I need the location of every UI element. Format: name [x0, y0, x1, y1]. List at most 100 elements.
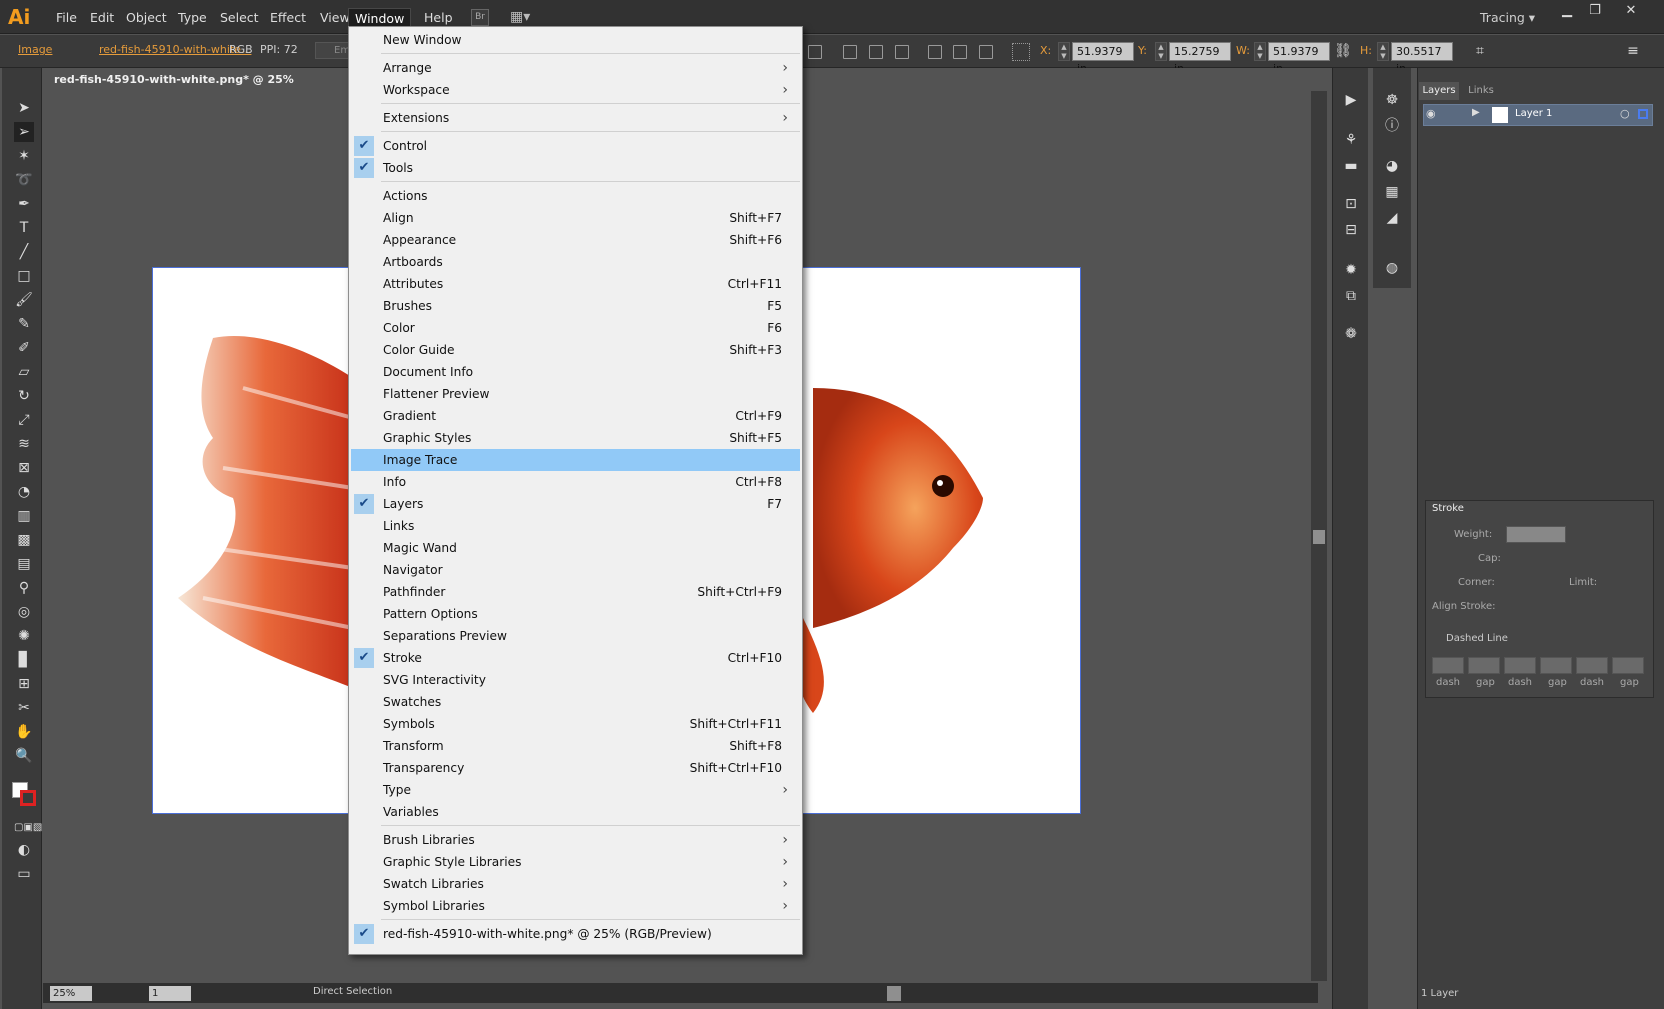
gap-input-3[interactable] — [1612, 657, 1644, 674]
menu-item-align[interactable]: Align Shift+F7 — [351, 207, 800, 229]
fill-stroke-swatch-icon[interactable] — [12, 782, 36, 806]
scale-tool-icon[interactable]: ⤢ — [14, 410, 34, 430]
menu-item-magic-wand[interactable]: Magic Wand — [351, 537, 800, 559]
bridge-button[interactable]: Br — [471, 9, 489, 26]
document-tab[interactable]: red-fish-45910-with-white.png* @ 25% (RG… — [44, 69, 349, 107]
menu-item-control[interactable]: ✔ Control — [351, 135, 800, 157]
menu-item-actions[interactable]: Actions — [351, 185, 800, 207]
line-tool-icon[interactable]: ╱ — [14, 242, 34, 262]
blend-tool-icon[interactable]: ◎ — [14, 602, 34, 622]
blob-brush-tool-icon[interactable]: ✐ — [14, 338, 34, 358]
menu-item-color[interactable]: Color F6 — [351, 317, 800, 339]
color-guide-panel-icon[interactable]: ◢ — [1382, 208, 1402, 228]
hand-tool-icon[interactable]: ✋ — [14, 722, 34, 742]
align-bottom-icon[interactable] — [979, 45, 993, 59]
symbol-sprayer-tool-icon[interactable]: ✺ — [14, 626, 34, 646]
align-middle-icon[interactable] — [953, 45, 967, 59]
current-tool-status[interactable]: Direct Selection — [313, 986, 392, 997]
align-top-icon[interactable] — [928, 45, 942, 59]
menu-help[interactable]: Help — [418, 8, 459, 27]
menu-select[interactable]: Select — [214, 8, 265, 27]
image-trace-panel-icon[interactable]: ◍ — [1382, 258, 1402, 278]
gap-input-1[interactable] — [1468, 657, 1500, 674]
y-input[interactable]: 15.2759 in — [1169, 42, 1231, 75]
eraser-tool-icon[interactable]: ▱ — [14, 362, 34, 382]
perspective-grid-tool-icon[interactable]: ▥ — [14, 506, 34, 526]
brush-panel-icon[interactable]: ⚘ — [1341, 130, 1361, 150]
zoom-tool-icon[interactable]: 🔍 — [14, 746, 34, 766]
selection-tool-icon[interactable]: ➤ — [14, 98, 34, 118]
maximize-icon[interactable]: ❐ — [1581, 2, 1609, 20]
menu-item-separations-preview[interactable]: Separations Preview — [351, 625, 800, 647]
w-input[interactable]: 51.9379 in — [1268, 42, 1330, 75]
eyedropper-tool-icon[interactable]: ⚲ — [14, 578, 34, 598]
free-transform-tool-icon[interactable]: ⊠ — [14, 458, 34, 478]
dash-input-1[interactable] — [1432, 657, 1464, 674]
paintbrush-tool-icon[interactable]: 🖌 — [14, 290, 34, 310]
menu-effect[interactable]: Effect — [264, 8, 312, 27]
y-stepper[interactable]: ▲ ▼ — [1155, 42, 1167, 61]
menu-item-stroke[interactable]: ✔ Stroke Ctrl+F10 — [351, 647, 800, 669]
direct-selection-tool-icon[interactable]: ➢ — [14, 122, 34, 142]
play-icon[interactable]: ▶ — [1341, 90, 1361, 110]
x-stepper[interactable]: ▲ ▼ — [1058, 42, 1070, 61]
close-icon[interactable]: ✕ — [1617, 2, 1645, 20]
menu-item-color-guide[interactable]: Color Guide Shift+F3 — [351, 339, 800, 361]
menu-item-attributes[interactable]: Attributes Ctrl+F11 — [351, 273, 800, 295]
visibility-eye-icon[interactable]: ◉ — [1426, 107, 1436, 120]
menu-item-swatch-libraries[interactable]: Swatch Libraries › — [351, 873, 800, 895]
h-input[interactable]: 30.5517 in — [1391, 42, 1453, 75]
menu-item-image-trace[interactable]: Image Trace — [351, 449, 800, 471]
lasso-tool-icon[interactable]: ➰ — [14, 170, 34, 190]
menu-item-variables[interactable]: Variables — [351, 801, 800, 823]
menu-item-type[interactable]: Type › — [351, 779, 800, 801]
align-panel-icon[interactable]: ⊟ — [1341, 220, 1361, 240]
selection-square-icon[interactable] — [1638, 109, 1648, 119]
menu-edit[interactable]: Edit — [84, 8, 120, 27]
menu-item-transparency[interactable]: Transparency Shift+Ctrl+F10 — [351, 757, 800, 779]
menu-item-brushes[interactable]: Brushes F5 — [351, 295, 800, 317]
h-stepper[interactable]: ▲ ▼ — [1377, 42, 1389, 61]
menu-type[interactable]: Type — [172, 8, 213, 27]
menu-item-graphic-styles[interactable]: Graphic Styles Shift+F5 — [351, 427, 800, 449]
symbols-panel-icon[interactable]: ❁ — [1341, 324, 1361, 344]
horizontal-scroll-thumb[interactable] — [887, 986, 901, 1001]
width-tool-icon[interactable]: ≋ — [14, 434, 34, 454]
info-panel-icon[interactable]: ⓘ — [1382, 116, 1402, 136]
artboards-panel-icon[interactable]: ⊡ — [1341, 194, 1361, 214]
pen-tool-icon[interactable]: ✒ — [14, 194, 34, 214]
mesh-tool-icon[interactable]: ▩ — [14, 530, 34, 550]
menu-item-symbols[interactable]: Symbols Shift+Ctrl+F11 — [351, 713, 800, 735]
menu-item-artboards[interactable]: Artboards — [351, 251, 800, 273]
shape-builder-tool-icon[interactable]: ◔ — [14, 482, 34, 502]
expand-arrow-icon[interactable]: ▶ — [1472, 107, 1480, 118]
menu-item-info[interactable]: Info Ctrl+F8 — [351, 471, 800, 493]
menu-item-tools[interactable]: ✔ Tools — [351, 157, 800, 179]
vertical-scroll-thumb[interactable] — [1313, 530, 1325, 544]
rotate-tool-icon[interactable]: ↻ — [14, 386, 34, 406]
menu-item-transform[interactable]: Transform Shift+F8 — [351, 735, 800, 757]
type-tool-icon[interactable]: T — [14, 218, 34, 238]
menu-window[interactable]: Window — [348, 8, 412, 27]
drawing-modes-icon[interactable]: ◐ — [14, 840, 34, 860]
w-stepper[interactable]: ▲ ▼ — [1254, 42, 1266, 61]
menu-item-pathfinder[interactable]: Pathfinder Shift+Ctrl+F9 — [351, 581, 800, 603]
tab-layers[interactable]: Layers — [1419, 82, 1459, 100]
artboard-tool-icon[interactable]: ⊞ — [14, 674, 34, 694]
menu-item-svg-interactivity[interactable]: SVG Interactivity — [351, 669, 800, 691]
menu-item-extensions[interactable]: Extensions › — [351, 107, 800, 129]
workspace-switcher[interactable]: Tracing ▾ — [1480, 8, 1535, 28]
gradient-panel-icon[interactable]: ▬ — [1341, 156, 1361, 176]
color-mode-icons[interactable]: ▢▣▧ — [14, 818, 42, 838]
reference-point-icon[interactable] — [1012, 43, 1030, 61]
menu-item-layers[interactable]: ✔ Layers F7 — [351, 493, 800, 515]
magic-wand-tool-icon[interactable]: ✶ — [14, 146, 34, 166]
artboard-number-field[interactable]: 1 — [149, 986, 191, 1001]
gap-input-2[interactable] — [1540, 657, 1572, 674]
menu-item-gradient[interactable]: Gradient Ctrl+F9 — [351, 405, 800, 427]
rectangle-tool-icon[interactable]: □ — [14, 266, 34, 286]
menu-item-pattern-options[interactable]: Pattern Options — [351, 603, 800, 625]
menu-item-brush-libraries[interactable]: Brush Libraries › — [351, 829, 800, 851]
menu-item-new-window[interactable]: New Window — [351, 29, 800, 51]
menu-object[interactable]: Object — [120, 8, 173, 27]
